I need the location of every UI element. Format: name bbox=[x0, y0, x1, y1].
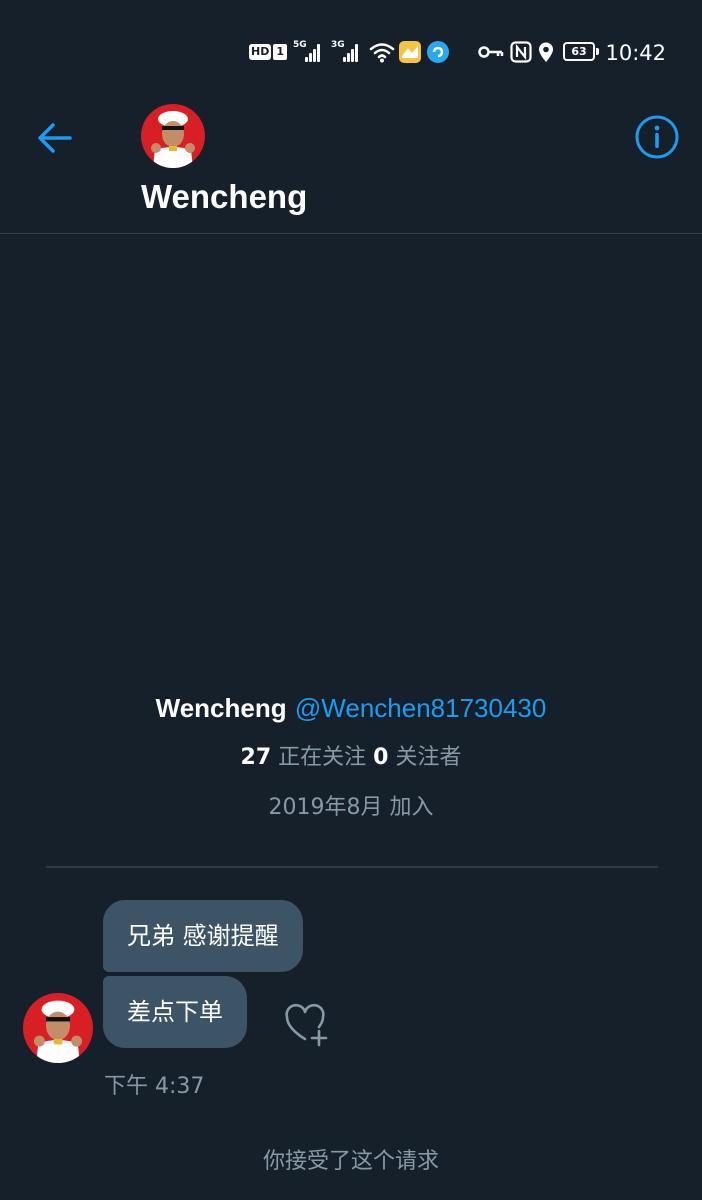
add-reaction-button[interactable] bbox=[283, 1001, 331, 1049]
sender-avatar[interactable] bbox=[23, 993, 93, 1063]
info-button[interactable] bbox=[634, 114, 680, 160]
app-icon bbox=[427, 41, 449, 63]
status-bar: HD 1 5G 3G 63 10:42 bbox=[0, 0, 702, 86]
avatar[interactable] bbox=[141, 104, 205, 168]
profile-name: Wencheng bbox=[155, 693, 287, 723]
wifi-icon bbox=[369, 43, 395, 63]
following-count: 27 bbox=[240, 745, 272, 770]
back-arrow-icon bbox=[38, 123, 72, 153]
weather-icon bbox=[399, 41, 421, 63]
back-button[interactable] bbox=[30, 113, 80, 163]
hd-indicator: HD 1 bbox=[249, 42, 287, 62]
info-icon bbox=[635, 115, 679, 159]
network-type-1: 5G bbox=[293, 40, 307, 50]
network-type-2: 3G bbox=[331, 40, 345, 50]
hd-label: HD bbox=[249, 44, 272, 60]
avatar-image bbox=[141, 104, 205, 168]
key-icon bbox=[478, 46, 504, 58]
signal-strength-1-icon: 5G bbox=[293, 40, 325, 62]
followers-count: 0 bbox=[373, 745, 389, 770]
following-label: 正在关注 bbox=[278, 745, 367, 770]
heart-plus-icon bbox=[285, 1003, 328, 1047]
battery-icon: 63 bbox=[563, 42, 599, 61]
profile-identity: Wencheng @Wenchen81730430 bbox=[0, 690, 702, 727]
profile-summary[interactable]: Wencheng @Wenchen81730430 27 正在关注 0 关注者 … bbox=[0, 690, 702, 823]
joined-date: 2019年8月 加入 bbox=[268, 795, 434, 820]
message-timestamp: 下午 4:37 bbox=[104, 1074, 205, 1099]
followers-label: 关注者 bbox=[395, 745, 462, 770]
signal-strength-2-icon: 3G bbox=[331, 40, 363, 62]
message-bubble[interactable]: 兄弟 感谢提醒 bbox=[103, 900, 303, 972]
conversation-header: Wencheng bbox=[0, 86, 702, 234]
sim-label: 1 bbox=[273, 44, 287, 60]
location-icon bbox=[539, 42, 553, 62]
conversation-title: Wencheng bbox=[141, 178, 308, 215]
profile-handle[interactable]: @Wenchen81730430 bbox=[295, 693, 546, 723]
divider bbox=[46, 866, 658, 868]
clock: 10:42 bbox=[605, 41, 666, 65]
message-bubble[interactable]: 差点下单 bbox=[103, 976, 247, 1048]
request-accepted-note: 你接受了这个请求 bbox=[262, 1149, 439, 1174]
nfc-icon bbox=[510, 41, 532, 63]
follow-stats: 27 正在关注 0 关注者 bbox=[0, 743, 702, 773]
avatar-image bbox=[23, 993, 93, 1063]
